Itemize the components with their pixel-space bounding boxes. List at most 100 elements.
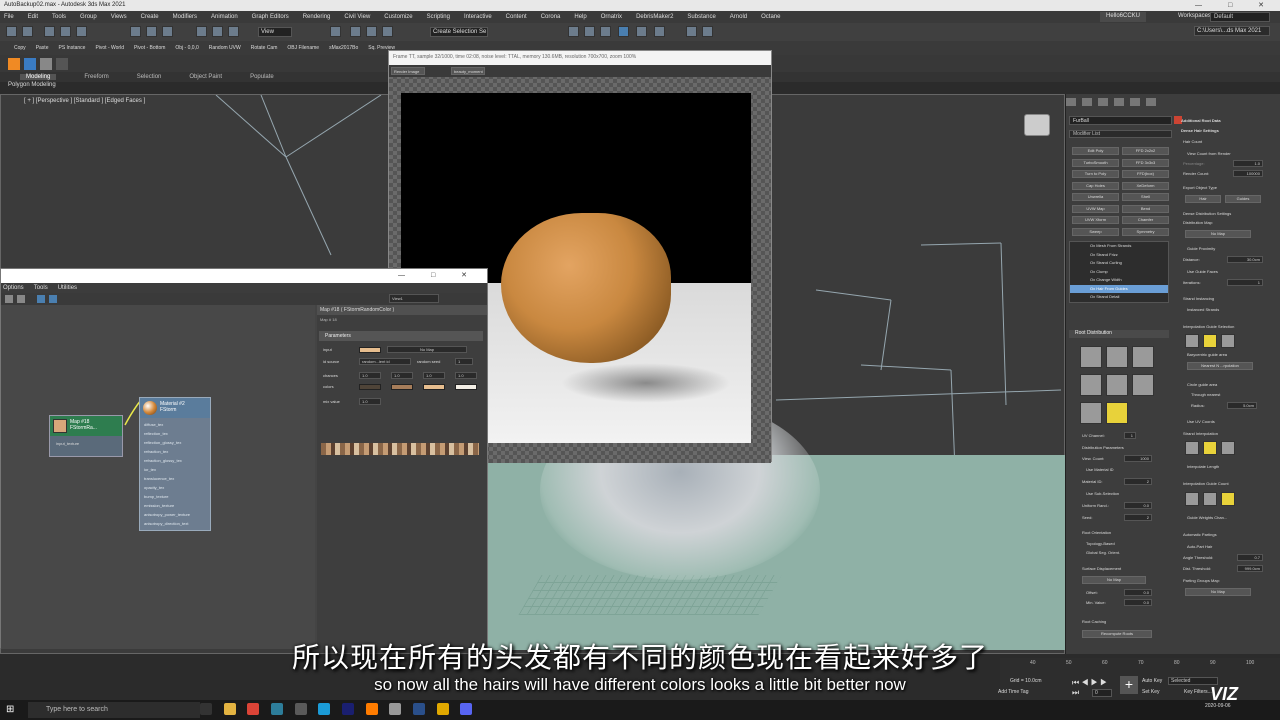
interpolation-dropdown[interactable]: Nearest N ...rpolation [1187, 362, 1253, 370]
menu-interactive[interactable]: Interactive [464, 14, 492, 20]
quick-script-2[interactable]: PS Instance [58, 45, 85, 51]
parameters-rollout[interactable]: Parameters [319, 331, 483, 341]
menu-rendering[interactable]: Rendering [303, 14, 331, 20]
script-blue-icon[interactable] [24, 58, 36, 70]
iterations-field[interactable]: 1 [1227, 279, 1263, 286]
quick-script-4[interactable]: Pivot - Bottom [134, 45, 165, 51]
reference-coord-dropdown[interactable]: View [258, 27, 292, 37]
strand-interp-c-icon[interactable] [1221, 441, 1235, 455]
app-icon-11[interactable] [436, 703, 449, 715]
percent-snap-icon[interactable] [382, 26, 393, 37]
material-slot-anisotropy-power-texture[interactable]: anisotropy_power_texture [144, 510, 190, 519]
distribution-element-icon[interactable] [1132, 374, 1154, 396]
color-swatch-2[interactable] [391, 384, 413, 390]
app-icon-9[interactable] [389, 703, 402, 715]
material-editor-menu-utilities[interactable]: Utilities [58, 285, 77, 291]
additional-root-data-rollout[interactable]: Additional Root Data [1181, 118, 1221, 123]
guide-proximity-checkbox[interactable]: Guide Proximity [1187, 246, 1215, 251]
modifier-button-uvw-map[interactable]: UVW Map [1072, 204, 1119, 213]
displacement-map-button[interactable]: No Map [1082, 576, 1146, 584]
menu-graph-editors[interactable]: Graph Editors [252, 14, 289, 20]
script-tool-icon[interactable] [40, 58, 52, 70]
utilities-tab-icon[interactable] [1146, 98, 1156, 106]
strand-interp-a-icon[interactable] [1185, 441, 1199, 455]
menu-edit[interactable]: Edit [28, 14, 38, 20]
material-slot-emission-texture[interactable]: emission_texture [144, 501, 190, 510]
quick-script-8[interactable]: OBJ Filename [287, 45, 319, 51]
quick-script-7[interactable]: Rotate Cam [251, 45, 278, 51]
select-by-name-icon[interactable] [146, 26, 157, 37]
app-icon-8[interactable] [365, 703, 378, 715]
schematic-view-icon[interactable] [584, 26, 595, 37]
modifier-button-edit-poly[interactable]: Edit Poly [1072, 147, 1119, 155]
object-name-field[interactable]: FurBall [1069, 116, 1172, 125]
user-account[interactable]: Hello6CCKU [1100, 12, 1147, 22]
bind-icon[interactable] [76, 26, 87, 37]
menu-civil-view[interactable]: Civil View [344, 14, 370, 20]
stack-item-ox-hair-from-guides[interactable]: Ox Hair From Guides [1070, 284, 1168, 293]
3dsmax-icon[interactable] [271, 703, 284, 715]
menu-create[interactable]: Create [141, 14, 159, 20]
menu-animation[interactable]: Animation [211, 14, 238, 20]
select-manipulate-icon[interactable] [330, 26, 341, 37]
export-guides-button[interactable]: Guides [1225, 195, 1261, 203]
photoshop-icon[interactable] [342, 703, 355, 715]
slate-material-editor[interactable]: — □ ✕ Options Tools Utilities View1 Map #1… [0, 268, 488, 649]
material-slot-translucence-tex[interactable]: translucence_tex [144, 474, 190, 483]
menu-ornatrix[interactable]: Ornatrix [601, 14, 622, 20]
menu-scripting[interactable]: Scripting [427, 14, 450, 20]
view-count-from-render-checkbox[interactable]: View Count from Render [1187, 151, 1231, 156]
ribbon-tab-object-paint[interactable]: Object Paint [189, 74, 222, 80]
render-setup-icon[interactable] [618, 26, 629, 37]
modifier-button-turn-to-poly[interactable]: Turn to Poly [1072, 170, 1119, 178]
quick-script-0[interactable]: Copy [14, 45, 26, 51]
modifier-button-symmetry[interactable]: Symmetry [1122, 227, 1169, 236]
render-iterative-icon[interactable] [686, 26, 697, 37]
use-subselection-checkbox[interactable]: Use Sub-Selection [1086, 491, 1119, 496]
layout-icon[interactable] [49, 295, 57, 303]
material-slot-refraction-glossy-tex[interactable]: refraction_glossy_tex [144, 456, 190, 465]
app-icon-6[interactable] [318, 703, 331, 715]
script-grid-icon[interactable] [56, 58, 68, 70]
hierarchy-tab-icon[interactable] [1098, 98, 1108, 106]
guide-count-c-icon[interactable] [1221, 492, 1235, 506]
pick-material-icon[interactable] [5, 295, 13, 303]
menu-octane[interactable]: Octane [761, 14, 780, 20]
named-selection-dropdown[interactable]: Create Selection Se [430, 27, 488, 37]
modifier-button-sweep[interactable]: Sweep [1072, 227, 1119, 236]
color-swatch-1[interactable] [359, 384, 381, 390]
percentage-field[interactable]: 1.0 [1233, 160, 1263, 167]
modifier-button-shell[interactable]: Shell [1122, 193, 1169, 201]
root-distribution-rollout[interactable]: Root Distribution [1069, 330, 1169, 338]
distance-field[interactable]: 30.0cm [1227, 256, 1263, 263]
angle-snap-icon[interactable] [366, 26, 377, 37]
ribbon-tab-selection[interactable]: Selection [137, 74, 162, 80]
guide-select-b-icon[interactable] [1203, 334, 1217, 348]
export-hair-button[interactable]: Hair [1185, 195, 1221, 203]
uv-channel-field[interactable]: 1 [1124, 432, 1136, 439]
instanced-strands-checkbox[interactable]: Instanced Strands [1187, 307, 1219, 312]
strand-interp-b-icon[interactable] [1203, 441, 1217, 455]
mix-value-field[interactable]: 1.0 [359, 398, 381, 405]
through-nearest-checkbox[interactable]: Through nearest [1191, 392, 1220, 397]
chance-field-2[interactable]: 1.0 [391, 372, 413, 379]
stack-item-ox-mesh-from-strands[interactable]: Ox Mesh From Strands [1070, 242, 1168, 251]
material-slot-opacity-tex[interactable]: opacity_tex [144, 483, 190, 492]
modify-tab-icon[interactable] [1082, 98, 1092, 106]
param-map-name[interactable]: Map # 18 [320, 317, 337, 322]
radius-field[interactable]: 5.0cm [1227, 402, 1257, 409]
material-editor-window-controls[interactable]: — □ ✕ [398, 271, 479, 279]
material-slot-refraction-tex[interactable]: refraction_tex [144, 447, 190, 456]
workspace-dropdown[interactable]: Default [1210, 12, 1270, 22]
snap-icon[interactable] [350, 26, 361, 37]
quick-script-3[interactable]: Pivot - World [95, 45, 124, 51]
quick-script-1[interactable]: Paste [36, 45, 49, 51]
use-uv-coords-checkbox[interactable]: Use UV Coords [1187, 419, 1215, 424]
id-source-dropdown[interactable]: random...lent id [359, 358, 411, 365]
modifier-button-ffd-2x2x2[interactable]: FFD 2x2x2 [1122, 147, 1169, 155]
distribution-vertex-icon[interactable] [1132, 346, 1154, 368]
create-tab-icon[interactable] [1066, 98, 1076, 106]
display-tab-icon[interactable] [1130, 98, 1140, 106]
window-controls[interactable]: — □ ✕ [1195, 1, 1276, 9]
quick-script-9[interactable]: sMax2017Bo [329, 45, 358, 51]
